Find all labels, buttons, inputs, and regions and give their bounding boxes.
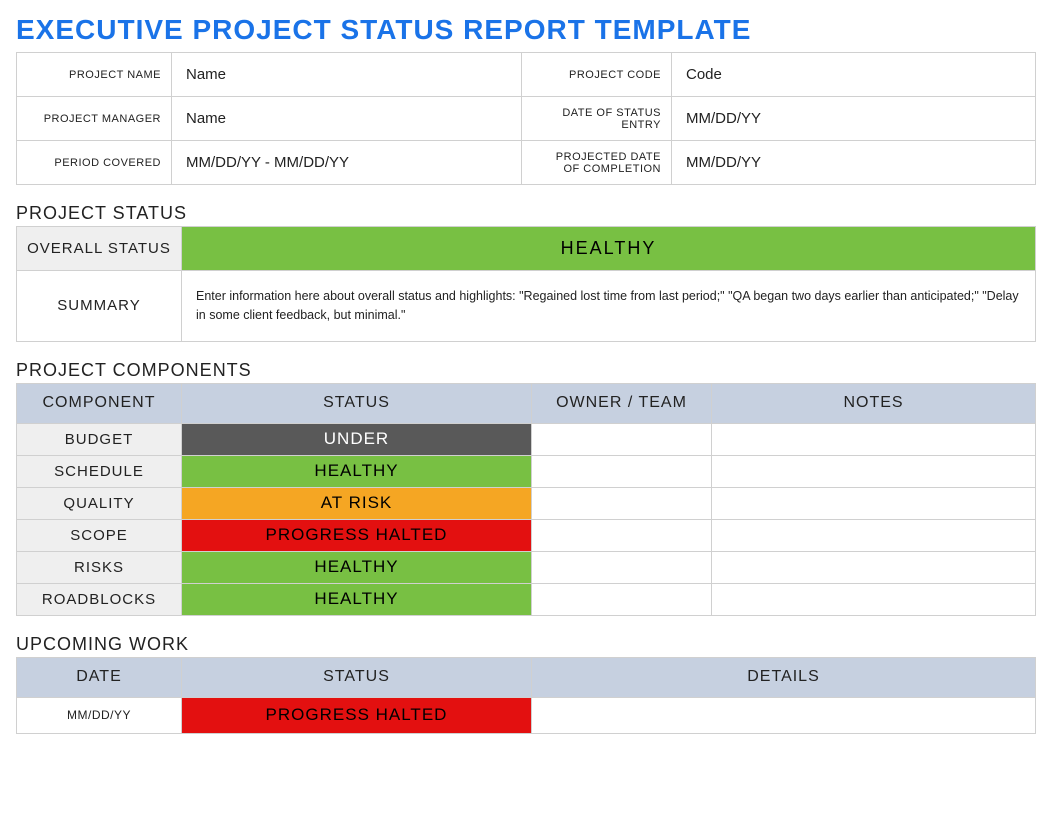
upcoming-status[interactable]: PROGRESS HALTED [182,697,532,733]
header-date: DATE [17,657,182,697]
component-notes[interactable] [712,583,1036,615]
component-owner[interactable] [532,423,712,455]
label-project-name: PROJECT NAME [17,53,172,97]
component-status[interactable]: UNDER [182,423,532,455]
component-label: ROADBLOCKS [17,583,182,615]
component-notes[interactable] [712,519,1036,551]
component-status[interactable]: HEALTHY [182,551,532,583]
component-owner[interactable] [532,455,712,487]
label-project-manager: PROJECT MANAGER [17,97,172,141]
table-row: BUDGETUNDER [17,423,1036,455]
table-row: SCOPEPROGRESS HALTED [17,519,1036,551]
component-status[interactable]: HEALTHY [182,583,532,615]
value-project-name[interactable]: Name [172,53,522,97]
page-title: EXECUTIVE PROJECT STATUS REPORT TEMPLATE [16,14,1035,46]
value-summary[interactable]: Enter information here about overall sta… [182,271,1036,342]
value-date-of-status-entry[interactable]: MM/DD/YY [672,97,1036,141]
upcoming-date[interactable]: MM/DD/YY [17,697,182,733]
project-components-table: COMPONENT STATUS OWNER / TEAM NOTES BUDG… [16,383,1036,616]
label-period-covered: PERIOD COVERED [17,141,172,185]
table-row: RISKSHEALTHY [17,551,1036,583]
header-status: STATUS [182,383,532,423]
component-notes[interactable] [712,487,1036,519]
label-projected-completion: PROJECTED DATE OF COMPLETION [522,141,672,185]
component-status[interactable]: AT RISK [182,487,532,519]
heading-project-components: PROJECT COMPONENTS [16,360,1035,381]
label-summary: SUMMARY [17,271,182,342]
project-info-table: PROJECT NAME Name PROJECT CODE Code PROJ… [16,52,1036,185]
value-project-code[interactable]: Code [672,53,1036,97]
label-project-code: PROJECT CODE [522,53,672,97]
component-owner[interactable] [532,519,712,551]
component-label: QUALITY [17,487,182,519]
value-period-covered[interactable]: MM/DD/YY - MM/DD/YY [172,141,522,185]
table-row: SCHEDULEHEALTHY [17,455,1036,487]
upcoming-details[interactable] [532,697,1036,733]
component-status[interactable]: HEALTHY [182,455,532,487]
header-owner: OWNER / TEAM [532,383,712,423]
table-row: QUALITYAT RISK [17,487,1036,519]
table-row: ROADBLOCKSHEALTHY [17,583,1036,615]
component-label: SCOPE [17,519,182,551]
component-owner[interactable] [532,551,712,583]
component-owner[interactable] [532,487,712,519]
component-label: RISKS [17,551,182,583]
header-details: DETAILS [532,657,1036,697]
component-status[interactable]: PROGRESS HALTED [182,519,532,551]
header-component: COMPONENT [17,383,182,423]
project-status-table: OVERALL STATUS HEALTHY SUMMARY Enter inf… [16,226,1036,342]
component-owner[interactable] [532,583,712,615]
heading-upcoming-work: UPCOMING WORK [16,634,1035,655]
table-row: MM/DD/YYPROGRESS HALTED [17,697,1036,733]
component-notes[interactable] [712,455,1036,487]
upcoming-work-table: DATE STATUS DETAILS MM/DD/YYPROGRESS HAL… [16,657,1036,734]
label-projected-line1: PROJECTED DATE [522,151,661,163]
label-overall-status: OVERALL STATUS [17,227,182,271]
component-notes[interactable] [712,551,1036,583]
value-overall-status[interactable]: HEALTHY [182,227,1036,271]
value-project-manager[interactable]: Name [172,97,522,141]
heading-project-status: PROJECT STATUS [16,203,1035,224]
header-status: STATUS [182,657,532,697]
component-label: SCHEDULE [17,455,182,487]
label-date-of-status-entry: DATE OF STATUS ENTRY [522,97,672,141]
header-notes: NOTES [712,383,1036,423]
component-label: BUDGET [17,423,182,455]
component-notes[interactable] [712,423,1036,455]
value-projected-completion[interactable]: MM/DD/YY [672,141,1036,185]
label-projected-line2: OF COMPLETION [522,163,661,175]
